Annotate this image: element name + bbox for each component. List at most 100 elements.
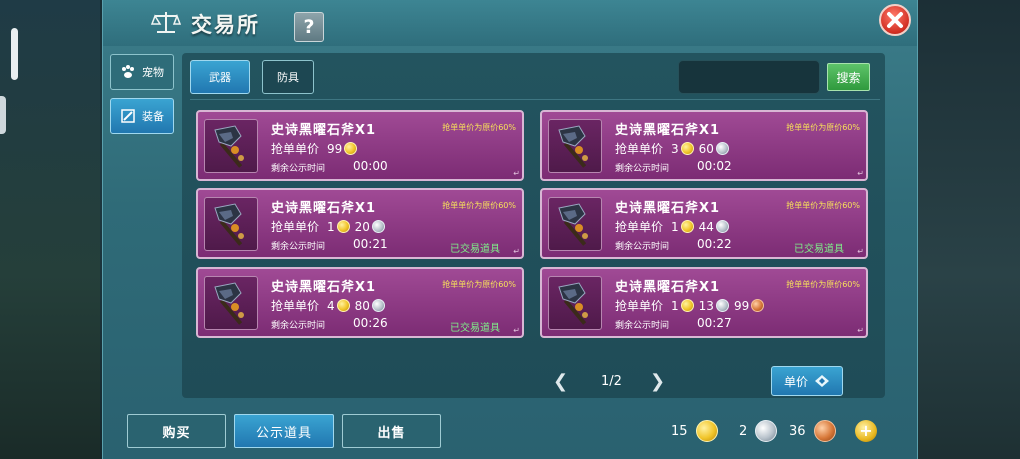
tab-weapon[interactable]: 武器 xyxy=(190,60,250,94)
close-icon xyxy=(887,12,903,28)
gold-coin-icon xyxy=(680,299,694,312)
time-label: 剩余公示时间 xyxy=(271,321,326,331)
item-name: 史诗黑曜石斧X1 xyxy=(615,280,721,295)
item-name: 史诗黑曜石斧X1 xyxy=(271,201,377,216)
card-corner-mark: ↵ xyxy=(857,169,864,178)
silver-coin-icon xyxy=(715,220,729,233)
remaining-time: 00:22 xyxy=(697,237,732,251)
wallet-copper-amount: 36 xyxy=(789,423,806,439)
add-currency-button[interactable]: + xyxy=(855,420,877,442)
price-label: 抢单单价 xyxy=(615,299,664,313)
category-pet-button[interactable]: 宠物 xyxy=(110,54,174,90)
search-input[interactable] xyxy=(678,60,820,94)
listing-card[interactable]: 史诗黑曜石斧X1 抢单单价为原价60% 抢单单价 1 13 99 剩余公示时间 00:27 ↵ xyxy=(540,267,868,338)
listing-card[interactable]: 史诗黑曜石斧X1 抢单单价为原价60% 抢单单价 1 44 剩余公示时间 00:22 已交易道… xyxy=(540,188,868,259)
price-amount: 44 xyxy=(698,219,714,234)
discount-note: 抢单单价为原价60% xyxy=(442,280,516,289)
wallet-gold-amount: 15 xyxy=(671,423,688,439)
copper-coin-icon xyxy=(751,299,765,312)
card-corner-mark: ↵ xyxy=(857,326,864,335)
price-label: 抢单单价 xyxy=(271,220,320,234)
time-label: 剩余公示时间 xyxy=(615,321,670,331)
item-price: 抢单单价 1 20 xyxy=(271,218,385,235)
public-items-tab-button[interactable]: 公示道具 xyxy=(234,414,334,448)
buy-tab-button[interactable]: 购买 xyxy=(127,414,226,448)
paw-icon xyxy=(122,65,134,78)
silver-coin-icon xyxy=(371,299,385,312)
remaining-time: 00:26 xyxy=(353,316,388,330)
silver-coin-icon xyxy=(715,299,729,312)
price-amount: 80 xyxy=(354,298,370,313)
listing-card[interactable]: 史诗黑曜石斧X1 抢单单价为原价60% 抢单单价 4 80 剩余公示时间 00:26 已交易道… xyxy=(196,267,524,338)
price-amount: 60 xyxy=(698,141,714,156)
chevron-right-icon[interactable]: ❯ xyxy=(650,371,665,392)
card-corner-mark: ↵ xyxy=(513,247,520,256)
price-amount: 1 xyxy=(671,219,679,234)
item-price: 抢单单价 1 44 xyxy=(615,218,729,235)
listing-card[interactable]: 史诗黑曜石斧X1 抢单单价为原价60% 抢单单价 3 60 剩余公示时间 00:02 ↵ xyxy=(540,110,868,181)
close-button[interactable] xyxy=(879,4,911,36)
traded-status: 已交易道具 xyxy=(794,244,844,255)
remaining-time: 00:00 xyxy=(353,159,388,173)
item-name: 史诗黑曜石斧X1 xyxy=(615,123,721,138)
time-label: 剩余公示时间 xyxy=(615,242,670,252)
discount-note: 抢单单价为原价60% xyxy=(786,201,860,210)
chevron-left-icon[interactable]: ❮ xyxy=(553,371,568,392)
silver-coin-icon xyxy=(755,420,778,442)
wallet-silver-amount: 2 xyxy=(739,423,748,439)
axe-icon xyxy=(548,276,602,330)
gold-coin-icon xyxy=(695,420,718,442)
wallet-gold: 15 xyxy=(671,420,718,442)
side-edge-tab[interactable] xyxy=(0,96,6,134)
equipment-icon xyxy=(121,109,135,123)
gold-coin-icon xyxy=(344,142,358,155)
item-price: 抢单单价 4 80 xyxy=(271,297,385,314)
search-button[interactable]: 搜索 xyxy=(827,63,870,91)
category-pet-label: 宠物 xyxy=(142,66,164,79)
discount-note: 抢单单价为原价60% xyxy=(786,280,860,289)
price-amount: 20 xyxy=(354,219,370,234)
remaining-time: 00:27 xyxy=(697,316,732,330)
bottom-bar: 购买 公示道具 出售 15 2 36 + xyxy=(103,405,917,459)
price-amount: 3 xyxy=(671,141,679,156)
price-label: 抢单单价 xyxy=(615,220,664,234)
item-price: 抢单单价 3 60 xyxy=(615,140,729,157)
sort-label: 单价 xyxy=(783,374,808,389)
price-label: 抢单单价 xyxy=(615,142,664,156)
window-title: 交易所 xyxy=(191,13,260,37)
item-name: 史诗黑曜石斧X1 xyxy=(615,201,721,216)
listing-card[interactable]: 史诗黑曜石斧X1 抢单单价为原价60% 抢单单价 99 剩余公示时间 00:00 ↵ xyxy=(196,110,524,181)
right-background xyxy=(910,0,1020,459)
discount-note: 抢单单价为原价60% xyxy=(442,201,516,210)
axe-icon xyxy=(204,197,258,251)
remaining-time: 00:21 xyxy=(353,237,388,251)
gold-coin-icon xyxy=(680,142,694,155)
help-button[interactable]: ? xyxy=(294,12,324,42)
title-bar: 交易所 ? xyxy=(103,0,917,46)
silver-coin-icon xyxy=(715,142,729,155)
side-drag-handle[interactable] xyxy=(11,28,18,80)
card-corner-mark: ↵ xyxy=(513,169,520,178)
axe-icon xyxy=(548,119,602,173)
axe-icon xyxy=(204,119,258,173)
wallet-copper: 36 xyxy=(789,420,836,442)
exchange-window: 交易所 ? 宠物 装备 武器 防具 搜索 史诗黑曜石斧X1 抢单单价为原价60% 抢… xyxy=(102,0,918,459)
listing-panel: 武器 防具 搜索 史诗黑曜石斧X1 抢单单价为原价60% 抢单单价 99 剩余公示时间 0… xyxy=(182,53,885,398)
gold-coin-icon xyxy=(336,299,350,312)
price-amount: 1 xyxy=(671,298,679,313)
time-label: 剩余公示时间 xyxy=(615,164,670,174)
category-equipment-button[interactable]: 装备 xyxy=(110,98,174,134)
panel-divider xyxy=(190,99,880,100)
tab-armor[interactable]: 防具 xyxy=(262,60,314,94)
listing-card[interactable]: 史诗黑曜石斧X1 抢单单价为原价60% 抢单单价 1 20 剩余公示时间 00:21 已交易道… xyxy=(196,188,524,259)
sell-tab-button[interactable]: 出售 xyxy=(342,414,441,448)
copper-coin-icon xyxy=(813,420,836,442)
item-price: 抢单单价 1 13 99 xyxy=(615,297,765,314)
item-price: 抢单单价 99 xyxy=(271,140,358,157)
time-label: 剩余公示时间 xyxy=(271,164,326,174)
category-equipment-label: 装备 xyxy=(142,110,164,123)
scale-icon xyxy=(151,12,181,33)
price-amount: 1 xyxy=(327,219,335,234)
sort-by-price-button[interactable]: 单价 xyxy=(771,366,843,396)
axe-icon xyxy=(548,197,602,251)
